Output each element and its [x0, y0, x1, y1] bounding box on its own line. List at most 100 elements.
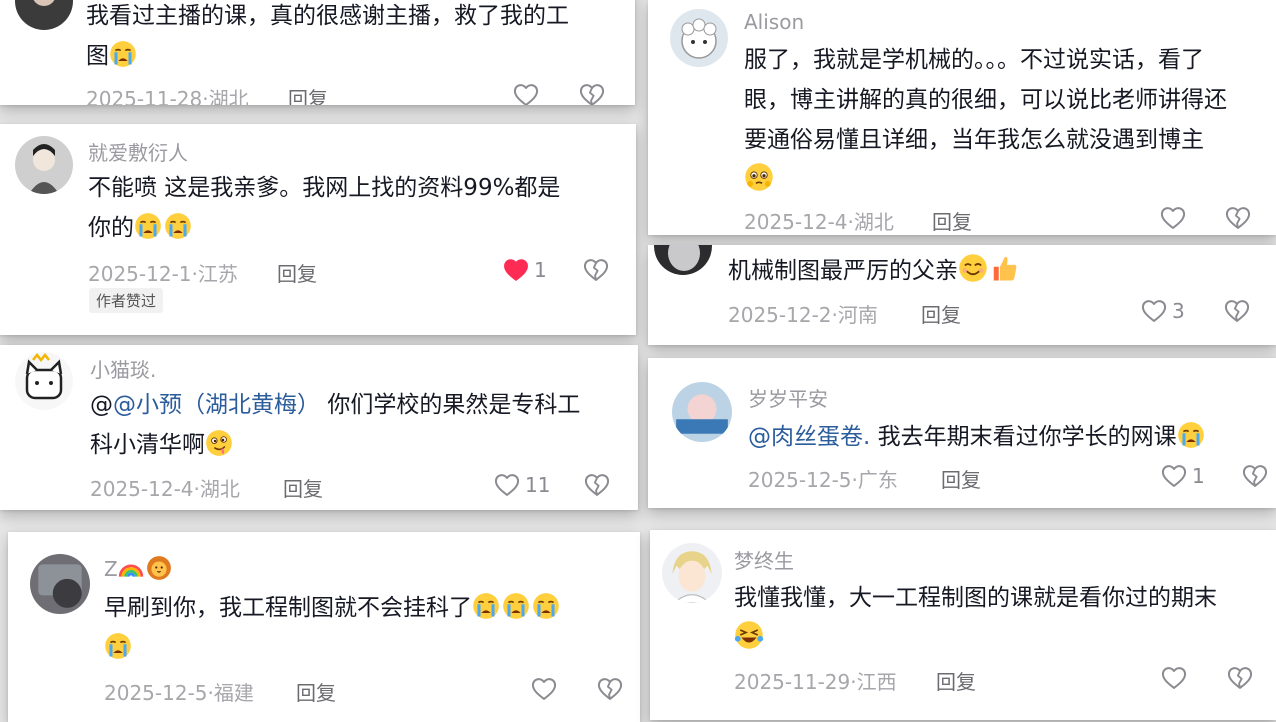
reply-button[interactable]: 回复: [936, 666, 976, 695]
like-button[interactable]: [512, 81, 540, 105]
username[interactable]: 小猫琰.: [90, 354, 156, 383]
comment-card: 梦终生 我懂我懂，大一工程制图的课就是看你过的期末 2025-11-29·江西 …: [650, 530, 1276, 720]
heart-icon: [493, 471, 521, 499]
dislike-button[interactable]: [582, 256, 610, 284]
heart-filled-icon: [502, 256, 530, 284]
comment-text: @肉丝蛋卷. 我去年期末看过你学长的网课: [748, 417, 1268, 457]
like-count: 1: [1192, 464, 1205, 488]
thumbs-up-icon: [990, 253, 1020, 283]
dislike-button[interactable]: [583, 471, 611, 499]
reply-button[interactable]: 回复: [932, 206, 972, 235]
comment-date-location: 2025-12-4·湖北: [744, 210, 894, 234]
reply-button[interactable]: 回复: [283, 473, 323, 502]
dislike-button[interactable]: [578, 81, 606, 105]
reply-button[interactable]: 回复: [921, 299, 961, 328]
comment-text: 早刷到你，我工程制图就不会挂科了: [104, 588, 624, 668]
mention-link[interactable]: @肉丝蛋卷.: [748, 424, 870, 450]
comment-text: @@小预（湖北黄梅） 你们学校的果然是专科工 科小清华啊: [90, 392, 581, 458]
comment-text: 我懂我懂，大一工程制图的课就是看你过的期末: [734, 578, 1264, 658]
comment-date-location: 2025-11-29·江西: [734, 670, 897, 694]
comment-card: Z 早刷到你，我工程制图就不会挂科了 2025-12-5·福建 回复: [8, 532, 640, 722]
smiling-face-icon: [958, 253, 988, 283]
broken-heart-icon: [1226, 664, 1254, 692]
comment-card: 我看过主播的课，真的很感谢主播，救了我的工 图 2025-11-28·湖北 回复: [0, 0, 635, 105]
comment-date-location: 2025-12-4·湖北: [90, 477, 240, 501]
crying-face-icon: [164, 212, 192, 240]
broken-heart-icon: [1223, 297, 1251, 325]
dislike-button[interactable]: [1241, 462, 1269, 490]
avatar[interactable]: [670, 9, 728, 67]
comment-date-location: 2025-12-1·江苏: [88, 262, 238, 286]
heart-icon: [1160, 462, 1188, 490]
like-button[interactable]: [530, 675, 558, 703]
broken-heart-icon: [582, 256, 610, 284]
comment-card: 小猫琰. @@小预（湖北黄梅） 你们学校的果然是专科工 科小清华啊 2025-1…: [0, 345, 638, 510]
heart-icon: [1159, 204, 1187, 232]
like-button[interactable]: 3: [1140, 297, 1185, 325]
like-button[interactable]: 1: [502, 256, 547, 284]
heart-icon: [512, 81, 540, 105]
crying-face-icon: [472, 592, 500, 620]
crying-face-icon: [1177, 421, 1205, 449]
crying-face-icon: [532, 592, 560, 620]
comment-date-location: 2025-12-5·福建: [104, 681, 254, 705]
heart-icon: [1140, 297, 1168, 325]
holding-back-tears-icon: [744, 162, 774, 192]
drooling-face-icon: [205, 429, 233, 457]
dislike-button[interactable]: [1223, 297, 1251, 325]
laughing-tears-icon: [734, 620, 764, 650]
username[interactable]: Z: [104, 555, 174, 581]
crying-face-icon: [134, 212, 162, 240]
broken-heart-icon: [1241, 462, 1269, 490]
reply-button[interactable]: 回复: [296, 677, 336, 706]
avatar[interactable]: [654, 245, 712, 275]
avatar[interactable]: [662, 543, 722, 603]
avatar[interactable]: [15, 136, 73, 194]
crying-face-icon: [109, 40, 137, 68]
heart-icon: [1160, 664, 1188, 692]
comment-date-location: 2025-12-5·广东: [748, 468, 898, 492]
avatar[interactable]: [672, 382, 732, 442]
broken-heart-icon: [1224, 204, 1252, 232]
reply-button[interactable]: 回复: [288, 83, 328, 105]
comment-text: 我看过主播的课，真的很感谢主播，救了我的工 图: [86, 3, 569, 69]
like-count: 3: [1172, 299, 1185, 323]
author-liked-badge: 作者赞过: [89, 288, 164, 313]
comment-card: 就爱敷衍人 不能喷 这是我亲爹。我网上找的资料99%都是 你的 2025-12-…: [0, 124, 636, 335]
heart-icon: [530, 675, 558, 703]
dislike-button[interactable]: [1224, 204, 1252, 232]
crying-face-icon: [502, 592, 530, 620]
reply-button[interactable]: 回复: [941, 464, 981, 493]
username[interactable]: 梦终生: [734, 545, 794, 574]
broken-heart-icon: [583, 471, 611, 499]
broken-heart-icon: [596, 675, 624, 703]
like-count: 1: [534, 258, 547, 282]
dislike-button[interactable]: [596, 675, 624, 703]
like-button[interactable]: [1159, 204, 1187, 232]
comment-text: 不能喷 这是我亲爹。我网上找的资料99%都是 你的: [88, 175, 561, 241]
comment-date-location: 2025-11-28·湖北: [86, 87, 249, 105]
username[interactable]: 岁岁平安: [748, 383, 828, 412]
username[interactable]: Alison: [744, 10, 804, 34]
avatar[interactable]: [30, 554, 90, 614]
username[interactable]: 就爱敷衍人: [88, 137, 188, 166]
avatar[interactable]: [15, 352, 73, 410]
comment-card: 岁岁平安 @肉丝蛋卷. 我去年期末看过你学长的网课 2025-12-5·广东 回…: [648, 358, 1276, 508]
like-count: 11: [525, 473, 551, 497]
mention-link[interactable]: @小预（湖北黄梅）: [113, 392, 320, 418]
comment-card: 机械制图最严厉的父亲 2025-12-2·河南 回复 3: [648, 245, 1276, 345]
comment-text: 机械制图最严厉的父亲: [728, 251, 1258, 291]
like-button[interactable]: 1: [1160, 462, 1205, 490]
like-button[interactable]: [1160, 664, 1188, 692]
dislike-button[interactable]: [1226, 664, 1254, 692]
lion-icon: [146, 555, 172, 581]
comment-text: 服了，我就是学机械的。。。不过说实话，看了 眼，博主讲解的真的很细，可以说比老师…: [744, 40, 1264, 200]
reply-button[interactable]: 回复: [277, 258, 317, 287]
crying-face-icon: [104, 632, 132, 660]
avatar[interactable]: [15, 0, 73, 30]
like-button[interactable]: 11: [493, 471, 550, 499]
rainbow-icon: [118, 555, 144, 581]
comment-card: Alison 服了，我就是学机械的。。。不过说实话，看了 眼，博主讲解的真的很细…: [648, 0, 1276, 235]
broken-heart-icon: [578, 81, 606, 105]
comment-date-location: 2025-12-2·河南: [728, 303, 878, 327]
